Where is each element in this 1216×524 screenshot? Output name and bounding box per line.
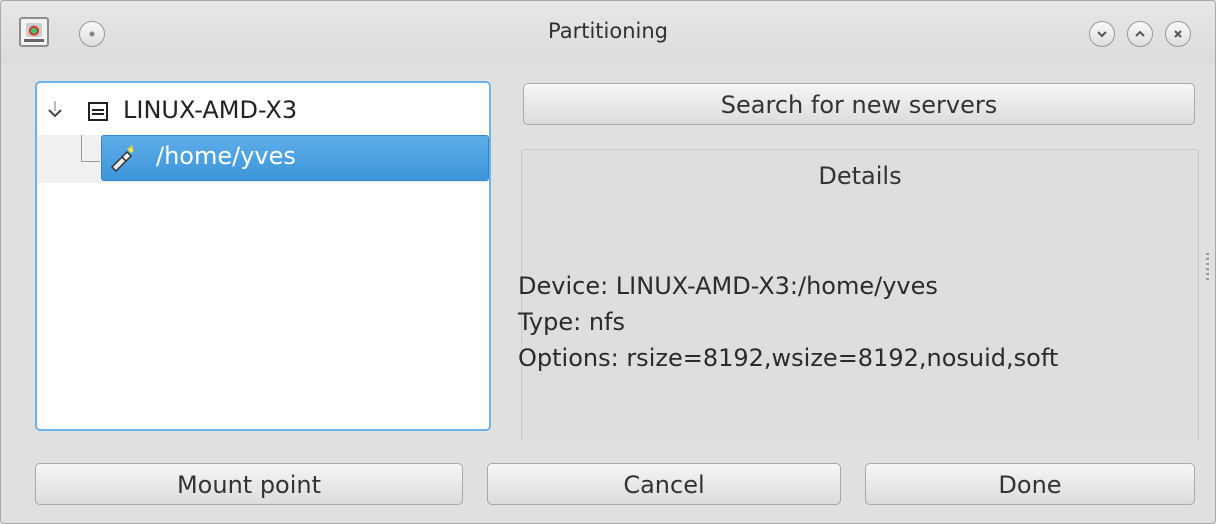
nfs-share-icon <box>108 145 136 173</box>
details-options: Options: rsize=8192,wsize=8192,nosuid,so… <box>518 344 1059 372</box>
details-panel: Details Device: LINUX-AMD-X3:/home/yves … <box>518 149 1199 440</box>
done-button[interactable]: Done <box>865 463 1195 505</box>
tree-item-share[interactable]: /home/yves <box>37 135 489 183</box>
maximize-icon <box>1134 29 1146 39</box>
selected-row[interactable]: /home/yves <box>101 135 489 181</box>
title-bar[interactable]: Partitioning <box>1 1 1215 65</box>
mount-tree[interactable]: LINUX-AMD-X3 /home/yves <box>35 81 491 431</box>
search-servers-button[interactable]: Search for new servers <box>523 83 1195 125</box>
minimize-icon <box>1096 29 1108 39</box>
maximize-button[interactable] <box>1127 21 1153 47</box>
mount-point-button[interactable]: Mount point <box>35 463 463 505</box>
tree-item-server-label: LINUX-AMD-X3 <box>123 96 298 124</box>
close-button[interactable] <box>1165 21 1191 47</box>
tree-item-share-label: /home/yves <box>156 142 296 170</box>
details-device: Device: LINUX-AMD-X3:/home/yves <box>518 272 938 300</box>
close-icon <box>1172 28 1184 40</box>
details-type: Type: nfs <box>518 308 626 336</box>
tree-branch-line <box>81 135 100 162</box>
window-title: Partitioning <box>548 19 668 43</box>
cancel-button[interactable]: Cancel <box>487 463 841 505</box>
minimize-button[interactable] <box>1089 21 1115 47</box>
partitioning-window: Partitioning LINUX-AMD-X3 /home/yves Sea… <box>0 0 1216 524</box>
details-title: Details <box>818 162 902 190</box>
expander-icon[interactable] <box>45 101 65 121</box>
resize-grip[interactable] <box>1206 253 1209 283</box>
tree-item-server[interactable]: LINUX-AMD-X3 <box>37 87 489 137</box>
computer-icon <box>87 101 109 123</box>
